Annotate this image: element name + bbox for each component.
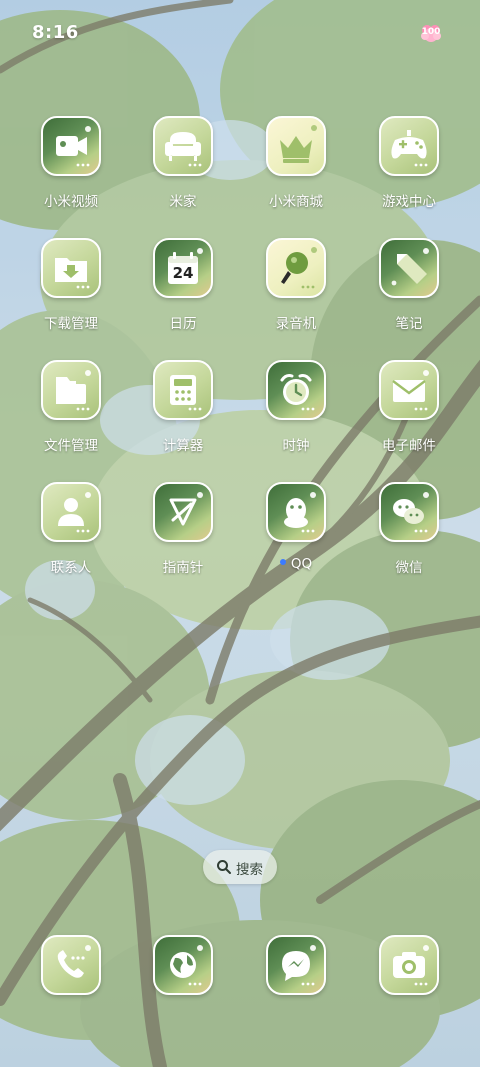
chat-bubbles-icon	[379, 482, 439, 542]
app-label-qq: QQ	[240, 556, 352, 572]
phone-icon	[41, 935, 101, 995]
app-label: 笔记	[395, 316, 423, 332]
app-label: 下载管理	[44, 316, 98, 332]
search-button[interactable]: 搜索	[203, 850, 277, 884]
notification-dot	[279, 559, 286, 565]
app-label: 小米视频	[44, 194, 98, 210]
app-label: 电子邮件	[382, 438, 436, 454]
app-label: 游戏中心	[382, 194, 436, 210]
folder-icon	[41, 360, 101, 420]
dock-browser[interactable]	[127, 935, 239, 999]
search-icon	[217, 860, 231, 874]
dock-messages[interactable]	[240, 935, 352, 999]
app-wechat[interactable]: 微信	[353, 482, 465, 592]
app-qq[interactable]: QQ	[240, 482, 352, 592]
person-icon	[41, 482, 101, 542]
app-notes[interactable]: 笔记	[353, 238, 465, 348]
app-label: 录音机	[275, 316, 317, 332]
gamepad-icon	[379, 116, 439, 176]
app-mijia[interactable]: 米家	[127, 116, 239, 226]
crown-icon	[266, 116, 326, 176]
app-label: 指南针	[162, 560, 204, 576]
alarm-clock-icon	[266, 360, 326, 420]
app-contacts[interactable]: 联系人	[15, 482, 127, 592]
app-label: 小米商城	[269, 194, 323, 210]
app-clock[interactable]: 时钟	[240, 360, 352, 470]
app-download-manager[interactable]: 下载管理	[15, 238, 127, 348]
status-bar: 8:16 100	[0, 0, 480, 64]
app-compass[interactable]: 指南针	[127, 482, 239, 592]
envelope-icon	[379, 360, 439, 420]
status-time: 8:16	[32, 22, 79, 43]
app-label: 时钟	[282, 438, 310, 454]
calculator-icon	[153, 360, 213, 420]
dock-camera[interactable]	[353, 935, 465, 999]
battery-icon: 100	[420, 24, 442, 44]
globe-browser-icon	[153, 935, 213, 995]
calendar-icon: 24	[153, 238, 213, 298]
app-xiaomi-store[interactable]: 小米商城	[240, 116, 352, 226]
app-label: 文件管理	[44, 438, 98, 454]
app-email[interactable]: 电子邮件	[353, 360, 465, 470]
app-label: 微信	[395, 560, 423, 576]
armchair-icon	[153, 116, 213, 176]
dock-phone[interactable]	[15, 935, 127, 999]
app-file-manager[interactable]: 文件管理	[15, 360, 127, 470]
search-label: 搜索	[236, 862, 263, 878]
download-folder-icon	[41, 238, 101, 298]
app-xiaomi-video[interactable]: 小米视频	[15, 116, 127, 226]
app-calendar[interactable]: 24 日历	[127, 238, 239, 348]
compass-icon	[153, 482, 213, 542]
messenger-bubble-icon	[266, 935, 326, 995]
app-label: 联系人	[50, 560, 92, 576]
app-label: 计算器	[162, 438, 204, 454]
battery-level: 100	[421, 27, 441, 37]
pencil-icon	[379, 238, 439, 298]
camera-icon	[379, 935, 439, 995]
microphone-icon	[266, 238, 326, 298]
video-camera-icon	[41, 116, 101, 176]
calendar-date: 24	[172, 264, 194, 282]
app-label: 日历	[169, 316, 197, 332]
app-calculator[interactable]: 计算器	[127, 360, 239, 470]
app-recorder[interactable]: 录音机	[240, 238, 352, 348]
penguin-icon	[266, 482, 326, 542]
app-game-center[interactable]: 游戏中心	[353, 116, 465, 226]
app-label: QQ	[290, 556, 313, 572]
app-label: 米家	[169, 194, 197, 210]
